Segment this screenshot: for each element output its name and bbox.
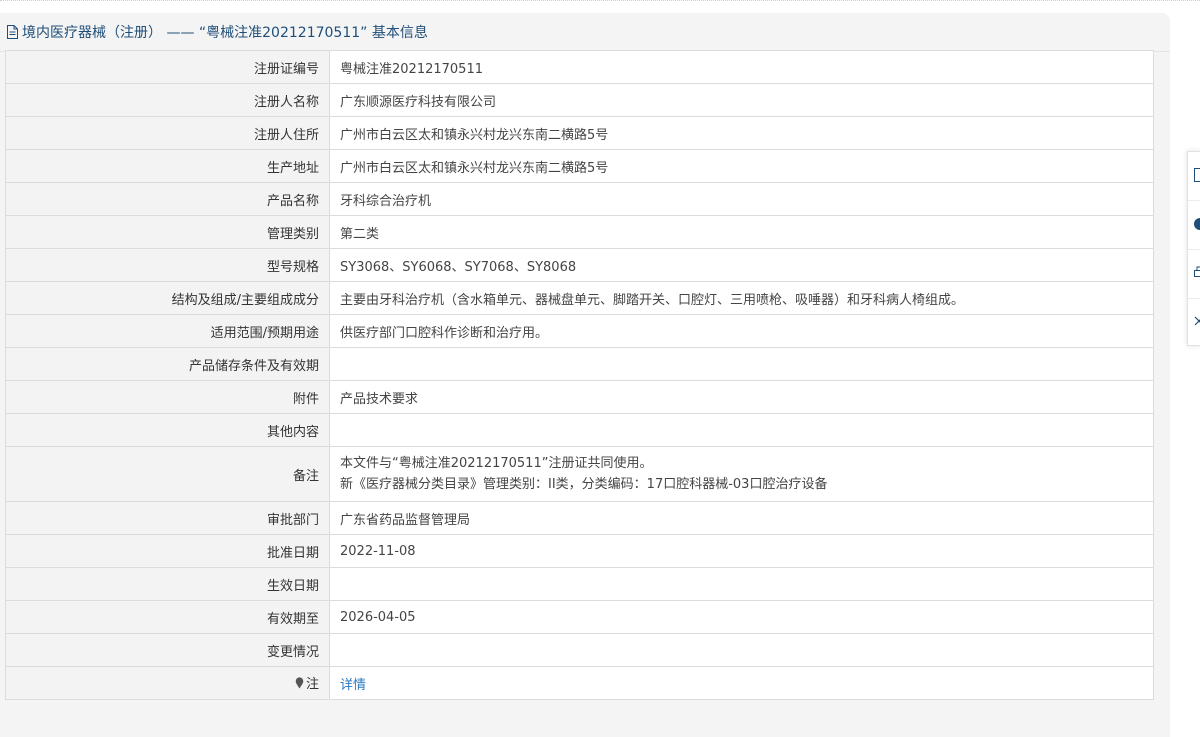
row-value: 产品技术要求 — [329, 380, 1154, 414]
row-value: 广东顺源医疗科技有限公司 — [329, 83, 1154, 117]
row-label: 其他内容 — [5, 413, 330, 447]
table-row: 注册人名称 广东顺源医疗科技有限公司 — [5, 83, 1154, 117]
remark-line: 本文件与“粤械注准20212170511”注册证共同使用。 — [340, 456, 653, 471]
details-link[interactable]: 详情 — [340, 678, 366, 693]
row-label: 批准日期 — [5, 534, 330, 568]
side-doc-button[interactable] — [1188, 152, 1200, 201]
table-row: 变更情况 — [5, 633, 1154, 667]
row-label: 附件 — [5, 380, 330, 414]
top-divider — [0, 0, 1200, 3]
table-row: 批准日期 2022-11-08 — [5, 534, 1154, 568]
row-value — [329, 633, 1154, 667]
pin-icon — [295, 677, 304, 693]
row-value: 2022-11-08 — [329, 534, 1154, 568]
row-value — [329, 567, 1154, 601]
row-value: 广州市白云区太和镇永兴村龙兴东南二横路5号 — [329, 149, 1154, 183]
row-label: 产品名称 — [5, 182, 330, 216]
row-label: 注 — [5, 666, 330, 700]
row-value: 第二类 — [329, 215, 1154, 249]
table-row: 生产地址 广州市白云区太和镇永兴村龙兴东南二横路5号 — [5, 149, 1154, 183]
side-close-button[interactable] — [1188, 299, 1200, 345]
document-icon — [1194, 168, 1200, 182]
row-label: 产品储存条件及有效期 — [5, 347, 330, 381]
table-row: 备注 本文件与“粤械注准20212170511”注册证共同使用。 新《医疗器械分… — [5, 446, 1154, 502]
table-row: 型号规格 SY3068、SY6068、SY7068、SY8068 — [5, 248, 1154, 282]
row-value: 主要由牙科治疗机（含水箱单元、器械盘单元、脚踏开关、口腔灯、三用喷枪、吸唾器）和… — [329, 281, 1154, 315]
table-row: 生效日期 — [5, 567, 1154, 601]
table-row: 产品储存条件及有效期 — [5, 347, 1154, 381]
table-row: 管理类别 第二类 — [5, 215, 1154, 249]
row-label: 注册人名称 — [5, 83, 330, 117]
table-row: 注册证编号 粤械注准20212170511 — [5, 50, 1154, 84]
print-icon — [1194, 266, 1200, 277]
side-toolbar — [1187, 151, 1200, 346]
row-value: 供医疗部门口腔科作诊断和治疗用。 — [329, 314, 1154, 348]
side-print-button[interactable] — [1188, 250, 1200, 299]
row-label: 生产地址 — [5, 149, 330, 183]
row-label: 有效期至 — [5, 600, 330, 634]
row-label: 备注 — [5, 446, 330, 502]
table-row: 审批部门 广东省药品监督管理局 — [5, 501, 1154, 535]
row-label: 型号规格 — [5, 248, 330, 282]
table-row: 其他内容 — [5, 413, 1154, 447]
row-label: 结构及组成/主要组成成分 — [5, 281, 330, 315]
row-value: 广东省药品监督管理局 — [329, 501, 1154, 535]
row-value: 牙科综合治疗机 — [329, 182, 1154, 216]
row-value: 2026-04-05 — [329, 600, 1154, 634]
row-value — [329, 413, 1154, 447]
row-label: 适用范围/预期用途 — [5, 314, 330, 348]
note-label: 注 — [305, 677, 319, 692]
row-value: 粤械注准20212170511 — [329, 50, 1154, 84]
table-row: 注 详情 — [5, 666, 1154, 700]
row-value — [329, 347, 1154, 381]
table-row: 有效期至 2026-04-05 — [5, 600, 1154, 634]
row-label: 审批部门 — [5, 501, 330, 535]
table-row: 附件 产品技术要求 — [5, 380, 1154, 414]
info-icon — [1194, 218, 1200, 230]
row-value: 本文件与“粤械注准20212170511”注册证共同使用。 新《医疗器械分类目录… — [329, 446, 1154, 502]
row-label: 变更情况 — [5, 633, 330, 667]
page-title: 境内医疗器械（注册） —— “粤械注准20212170511” 基本信息 — [22, 25, 428, 41]
table-row: 注册人住所 广州市白云区太和镇永兴村龙兴东南二横路5号 — [5, 116, 1154, 150]
panel-header: 境内医疗器械（注册） —— “粤械注准20212170511” 基本信息 — [0, 13, 1170, 52]
row-label: 注册证编号 — [5, 50, 330, 84]
table-row: 结构及组成/主要组成成分 主要由牙科治疗机（含水箱单元、器械盘单元、脚踏开关、口… — [5, 281, 1154, 315]
close-icon — [1194, 316, 1200, 326]
row-value: 详情 — [329, 666, 1154, 700]
row-label: 生效日期 — [5, 567, 330, 601]
document-icon — [6, 25, 20, 39]
table-row: 产品名称 牙科综合治疗机 — [5, 182, 1154, 216]
remark-line: 新《医疗器械分类目录》管理类别：II类，分类编码：17口腔科器械-03口腔治疗设… — [340, 477, 828, 492]
row-label: 注册人住所 — [5, 116, 330, 150]
row-label: 管理类别 — [5, 215, 330, 249]
row-value: SY3068、SY6068、SY7068、SY8068 — [329, 248, 1154, 282]
table-row: 适用范围/预期用途 供医疗部门口腔科作诊断和治疗用。 — [5, 314, 1154, 348]
side-info-button[interactable] — [1188, 201, 1200, 250]
info-table: 注册证编号 粤械注准20212170511 注册人名称 广东顺源医疗科技有限公司… — [5, 50, 1154, 700]
row-value: 广州市白云区太和镇永兴村龙兴东南二横路5号 — [329, 116, 1154, 150]
